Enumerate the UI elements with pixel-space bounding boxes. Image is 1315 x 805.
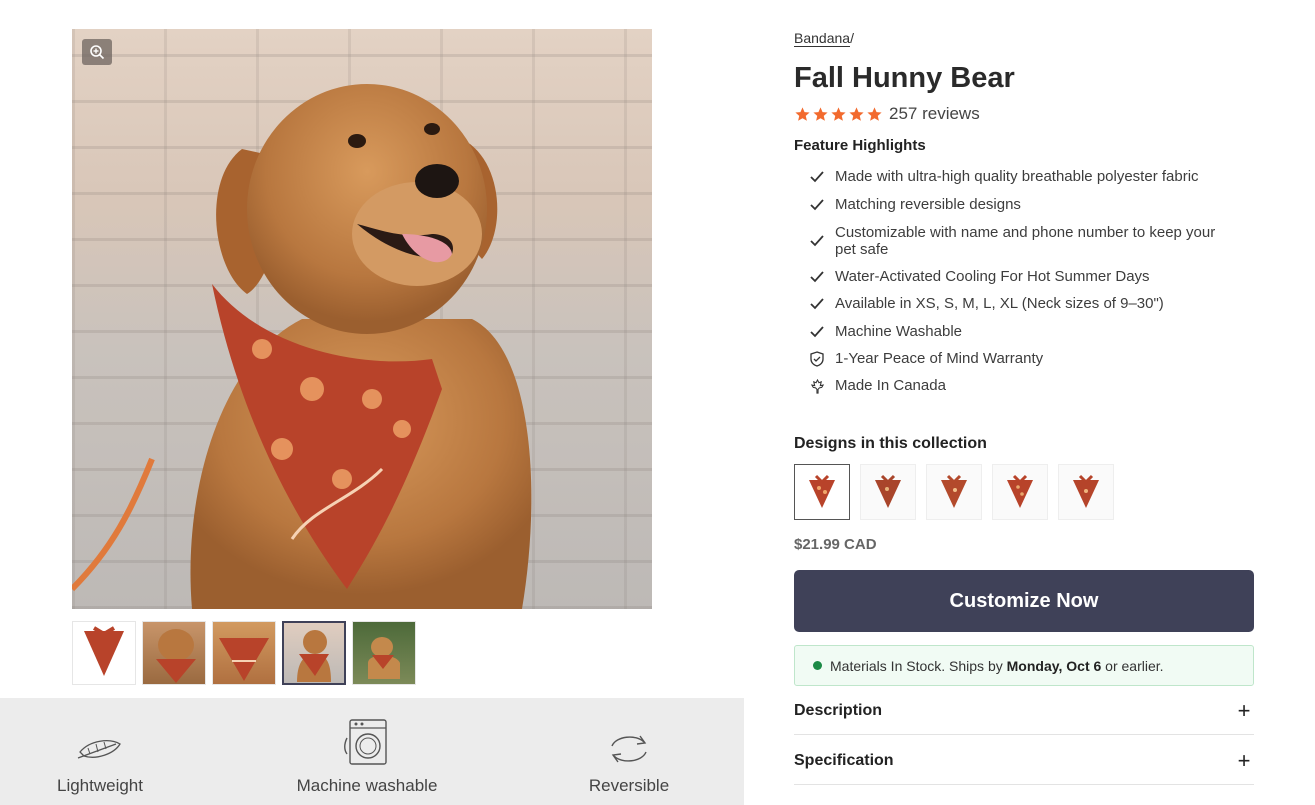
highlight-item: Available in XS, S, M, L, XL (Neck sizes… (808, 295, 1164, 312)
bandana-design-icon (1073, 474, 1099, 508)
highlight-item: Water-Activated Cooling For Hot Summer D… (808, 268, 1150, 285)
stock-status: Materials In Stock. Ships by Monday, Oct… (794, 645, 1254, 686)
designs-selector (794, 464, 1114, 520)
highlight-text: Machine Washable (835, 323, 963, 340)
star-icon (795, 106, 810, 121)
highlight-text: Available in XS, S, M, L, XL (Neck sizes… (835, 295, 1164, 312)
highlight-text: Customizable with name and phone number … (835, 224, 1216, 258)
check-icon (808, 269, 826, 285)
star-icon (867, 106, 882, 121)
bandana-closeup-thumb-graphic (219, 638, 269, 681)
bandana-design-icon (809, 474, 835, 508)
breadcrumb: Bandana/ (794, 30, 854, 47)
star-icon (831, 106, 846, 121)
reviews-count[interactable]: 257 reviews (889, 104, 980, 124)
highlight-text: Water-Activated Cooling For Hot Summer D… (835, 268, 1150, 285)
features-bar: Lightweight Machine washable Reversible (0, 698, 744, 805)
feather-icon (77, 740, 121, 759)
zoom-in-icon (90, 45, 105, 60)
rating[interactable]: 257 reviews (794, 104, 980, 124)
stock-suffix: or earlier. (1101, 657, 1164, 674)
main-product-image[interactable] (72, 29, 652, 609)
feature-reversible: Reversible (569, 698, 689, 805)
highlight-item: Made with ultra-high quality breathable … (808, 168, 1199, 185)
star-icon (849, 106, 864, 121)
plus-icon[interactable]: + (1234, 749, 1254, 772)
breadcrumb-link-bandana[interactable]: Bandana (794, 30, 851, 47)
washing-machine-icon (344, 719, 387, 765)
thumbnail-strip (72, 621, 416, 685)
maple-leaf-icon (808, 378, 826, 394)
highlight-text: Made In Canada (835, 377, 946, 394)
highlight-item: 1-Year Peace of Mind Warranty (808, 350, 1043, 367)
highlight-item: Matching reversible designs (808, 196, 1021, 213)
dog-with-bandana-photo (72, 84, 532, 609)
highlight-item: Machine Washable (808, 323, 962, 340)
accordion-label: Specification (794, 751, 894, 769)
highlight-item: Made In Canada (808, 377, 946, 394)
dog-front-thumb-graphic (297, 630, 331, 682)
plus-icon[interactable]: + (1234, 699, 1254, 722)
ship-date: Monday, Oct 6 (1006, 657, 1102, 674)
reverse-arrows-icon (611, 735, 647, 763)
check-icon (808, 296, 826, 312)
bandana-design-icon (941, 474, 967, 508)
breadcrumb-separator: / (850, 30, 854, 46)
design-option-2[interactable] (860, 464, 916, 520)
check-icon (808, 197, 826, 213)
feature-label: Lightweight (56, 776, 143, 795)
accordion-label: Description (794, 701, 883, 719)
feature-label: Machine washable (296, 776, 438, 795)
highlight-text: Matching reversible designs (835, 196, 1021, 213)
highlight-item: Customizable with name and phone number … (808, 224, 1228, 258)
bandana-design-icon (1007, 474, 1033, 508)
feature-highlights-title: Feature Highlights (794, 137, 926, 154)
dog-standing-thumb-graphic (368, 637, 400, 679)
designs-collection-title: Designs in this collection (794, 435, 987, 452)
highlight-text: 1-Year Peace of Mind Warranty (835, 350, 1044, 367)
stock-prefix: Materials In Stock. Ships by (830, 657, 1007, 674)
check-icon (808, 169, 826, 185)
design-option-5[interactable] (1058, 464, 1114, 520)
thumbnail-dog-standing[interactable] (352, 621, 416, 685)
feature-machine-washable: Machine washable (287, 698, 447, 805)
star-rating (794, 106, 883, 123)
in-stock-dot-icon (813, 661, 822, 670)
thumbnail-dog-front[interactable] (282, 621, 346, 685)
thumbnail-bandana-closeup[interactable] (212, 621, 276, 685)
accordion-description[interactable]: Description + (794, 687, 1254, 735)
bandana-design-icon (875, 474, 901, 508)
product-price: $21.99 CAD (794, 536, 877, 553)
shield-check-icon (808, 351, 826, 367)
feature-lightweight: Lightweight (40, 698, 160, 805)
customize-now-button[interactable]: Customize Now (794, 570, 1254, 632)
check-icon (808, 233, 826, 249)
check-icon (808, 324, 826, 340)
bandana-thumb-graphic (84, 626, 124, 676)
star-icon (813, 106, 828, 121)
zoom-button[interactable] (82, 39, 112, 65)
accordion-specification[interactable]: Specification + (794, 737, 1254, 785)
highlight-text: Made with ultra-high quality breathable … (835, 168, 1199, 185)
dog-thumb-graphic (156, 629, 196, 683)
design-option-1[interactable] (794, 464, 850, 520)
feature-label: Reversible (588, 776, 670, 795)
design-option-3[interactable] (926, 464, 982, 520)
design-option-4[interactable] (992, 464, 1048, 520)
thumbnail-bandana-flat[interactable] (72, 621, 136, 685)
thumbnail-dog-side[interactable] (142, 621, 206, 685)
product-title: Fall Hunny Bear (794, 62, 1015, 94)
